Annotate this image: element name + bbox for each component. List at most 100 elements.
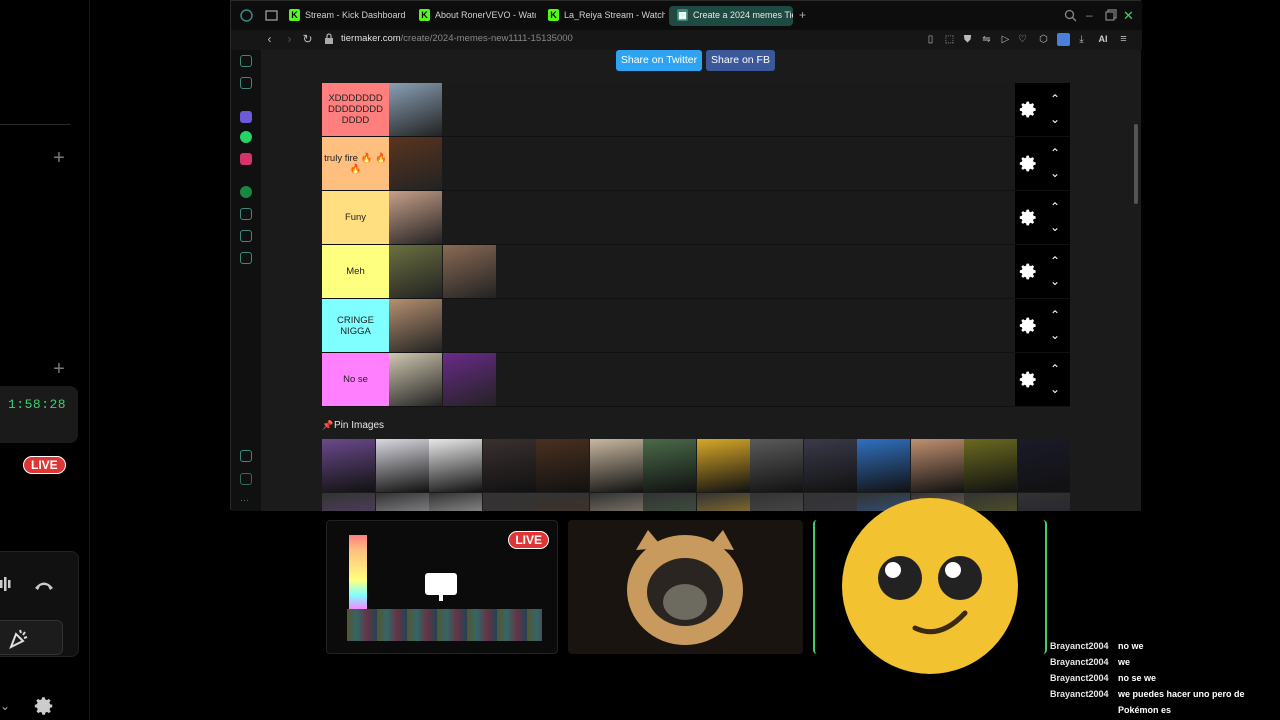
pool-image[interactable] [857,439,910,492]
pool-image[interactable] [536,493,589,511]
tab-kick-dashboard[interactable]: K Stream - Kick Dashboard [281,6,406,26]
pool-image[interactable] [322,493,375,511]
tools-icon[interactable] [240,252,252,264]
tier-image[interactable] [389,191,442,244]
spotify-icon[interactable] [240,186,252,198]
move-down-icon[interactable]: ⌄ [1049,329,1061,341]
tab-tiermaker[interactable]: ▦ Create a 2024 memes Tie [669,6,793,26]
page-scrollbar[interactable] [1131,50,1141,511]
more-icon[interactable]: ··· [240,495,252,507]
pool-image[interactable] [375,439,429,492]
pool-image[interactable] [589,439,643,492]
forward-icon[interactable]: › [283,33,296,46]
instagram-icon[interactable] [240,153,252,165]
tier-settings-icon[interactable] [1019,262,1038,281]
tier-label[interactable]: truly fire 🔥 🔥 🔥 [322,137,389,190]
ai-button[interactable]: AI [1093,33,1113,46]
tier-label[interactable]: XDDDDDDD DDDDDDDD DDDD [322,83,389,136]
tier-image[interactable] [389,245,442,298]
profile-icon[interactable] [1057,33,1070,46]
pool-image[interactable] [482,439,536,492]
pool-image[interactable] [803,439,857,492]
tier-label[interactable]: Meh [322,245,389,298]
x-icon[interactable] [240,230,252,242]
pool-image[interactable] [643,439,696,492]
scrollbar-thumb[interactable] [1134,124,1138,204]
pool-image[interactable] [750,439,803,492]
pool-image[interactable] [750,493,803,511]
screenshot-icon[interactable]: ⬚ [943,33,956,46]
pool-image[interactable] [643,493,696,511]
tab-la-reiya[interactable]: K La_Reiya Stream - Watch [540,6,665,26]
pool-image[interactable] [482,493,536,511]
tab-ronervevo[interactable]: K About RonerVEVO - Watc [411,6,536,26]
pool-image[interactable] [322,439,375,492]
move-down-icon[interactable]: ⌄ [1049,383,1061,395]
chat-username[interactable]: Brayanct2004 [1050,670,1118,686]
hang-up-icon[interactable] [33,578,55,600]
webcam-feed[interactable] [568,520,803,654]
restore-icon[interactable] [1104,9,1117,22]
move-down-icon[interactable]: ⌄ [1049,167,1061,179]
share-twitter-button[interactable]: Share on Twitter [616,50,702,71]
tier-label[interactable]: CRINGE NIGGA [322,299,389,352]
search-icon[interactable] [1064,9,1077,22]
chevron-down-icon[interactable]: ⌄ [0,699,12,713]
panel-toggle-icon[interactable] [240,473,252,485]
menu-icon[interactable]: ≡ [1117,33,1130,46]
tier-label[interactable]: No se [322,353,389,406]
twitch-icon[interactable] [240,111,252,123]
url-field[interactable]: tiermaker.com/create/2024-memes-new1111-… [341,33,573,44]
play-icon[interactable]: ▷ [999,33,1012,46]
chat-username[interactable]: Brayanct2004 [1050,638,1118,654]
soundboard-button[interactable] [0,620,63,655]
vpn-icon[interactable]: ⇋ [980,33,993,46]
move-up-icon[interactable]: ⌃ [1049,363,1061,375]
shield-icon[interactable]: ⛊ [961,33,974,46]
workspaces-icon[interactable] [265,9,278,22]
tier-image[interactable] [389,353,442,406]
pool-image[interactable] [696,439,750,492]
bookmarks-icon[interactable] [240,77,252,89]
pool-image[interactable] [375,493,429,511]
move-up-icon[interactable]: ⌃ [1049,309,1061,321]
add-icon[interactable]: + [51,359,67,379]
pool-image[interactable] [964,439,1017,492]
messenger-icon[interactable] [240,208,252,220]
tier-image[interactable] [443,353,496,406]
browser-logo-icon[interactable] [240,9,253,22]
stream-preview[interactable]: LIVE [326,520,558,654]
share-fb-button[interactable]: Share on FB [706,50,775,71]
move-down-icon[interactable]: ⌄ [1049,275,1061,287]
minimize-icon[interactable]: – [1086,9,1099,22]
pool-image[interactable] [1017,439,1070,492]
audio-bars-icon[interactable] [0,576,22,598]
download-icon[interactable]: ⤓ [1075,33,1088,46]
pool-image[interactable] [429,493,482,511]
move-down-icon[interactable]: ⌄ [1049,221,1061,233]
pool-image[interactable] [696,493,750,511]
tier-settings-icon[interactable] [1019,154,1038,173]
move-up-icon[interactable]: ⌃ [1049,147,1061,159]
pool-image[interactable] [589,493,643,511]
tier-settings-icon[interactable] [1019,316,1038,335]
pool-image[interactable] [536,439,589,492]
settings-icon[interactable] [240,450,252,462]
pool-image[interactable] [429,439,482,492]
panel-icon[interactable] [240,55,252,67]
tier-image[interactable] [389,137,442,190]
whatsapp-icon[interactable] [240,131,252,143]
tier-image[interactable] [389,299,442,352]
reload-icon[interactable]: ↻ [301,33,314,46]
heart-icon[interactable]: ♡ [1016,33,1029,46]
tier-settings-icon[interactable] [1019,100,1038,119]
add-icon[interactable]: + [51,148,67,168]
tier-settings-icon[interactable] [1019,208,1038,227]
extension-icon[interactable]: ⬡ [1037,33,1050,46]
tier-image[interactable] [389,83,442,136]
tier-label[interactable]: Funy [322,191,389,244]
settings-gear-icon[interactable] [33,695,55,717]
bookmark-icon[interactable]: ▯ [924,33,937,46]
move-up-icon[interactable]: ⌃ [1049,93,1061,105]
pool-image[interactable] [910,439,964,492]
